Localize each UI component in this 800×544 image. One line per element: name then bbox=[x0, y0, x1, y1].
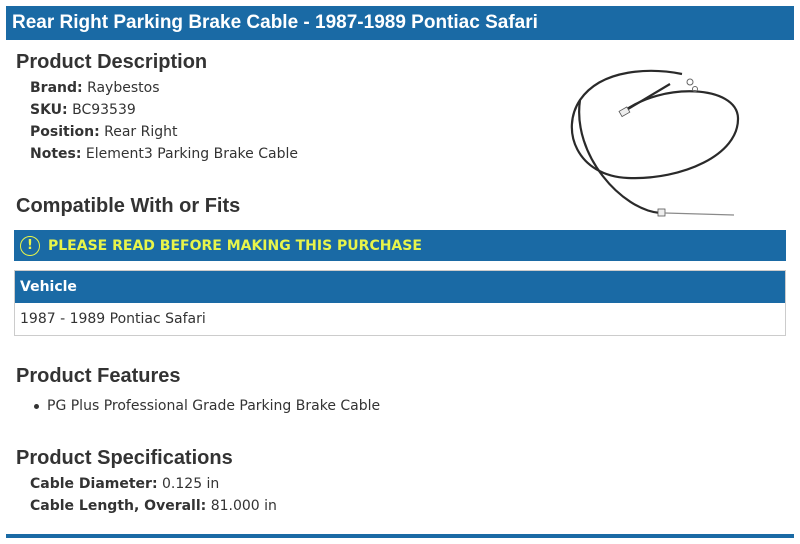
position-label: Position: bbox=[30, 124, 100, 140]
cable-diameter-row: Cable Diameter: 0.125 in bbox=[30, 476, 219, 492]
position-row: Position: Rear Right bbox=[30, 124, 178, 140]
vehicle-row: 1987 - 1989 Pontiac Safari bbox=[20, 311, 206, 327]
brand-value: Raybestos bbox=[87, 80, 160, 96]
exclamation-icon: ! bbox=[20, 235, 40, 256]
cable-diameter-label: Cable Diameter: bbox=[30, 476, 158, 492]
sku-value: BC93539 bbox=[72, 102, 136, 118]
cable-length-row: Cable Length, Overall: 81.000 in bbox=[30, 498, 277, 514]
vehicle-table: Vehicle 1987 - 1989 Pontiac Safari bbox=[14, 270, 786, 336]
sku-label: SKU: bbox=[30, 102, 68, 118]
bullet-icon bbox=[34, 403, 39, 409]
brand-row: Brand: Raybestos bbox=[30, 80, 160, 96]
brand-label: Brand: bbox=[30, 80, 83, 96]
product-features-heading: Product Features bbox=[16, 365, 181, 387]
cable-wire bbox=[664, 212, 735, 216]
notes-row: Notes: Element3 Parking Brake Cable bbox=[30, 146, 298, 162]
product-description-heading: Product Description bbox=[16, 51, 208, 73]
purchase-notice: ! PLEASE READ BEFORE MAKING THIS PURCHAS… bbox=[14, 230, 786, 261]
cable-tail bbox=[578, 99, 661, 215]
position-value: Rear Right bbox=[104, 124, 178, 140]
product-specifications-heading: Product Specifications bbox=[16, 447, 233, 469]
notes-value: Element3 Parking Brake Cable bbox=[85, 146, 298, 162]
vehicle-column-header: Vehicle bbox=[15, 271, 785, 303]
clip-part-1 bbox=[686, 78, 694, 86]
cable-length-label: Cable Length, Overall: bbox=[30, 498, 207, 514]
notes-label: Notes: bbox=[30, 146, 82, 162]
parking-brake-cable-image bbox=[570, 69, 740, 217]
bottom-divider bbox=[6, 534, 794, 538]
feature-text: PG Plus Professional Grade Parking Brake… bbox=[47, 398, 381, 414]
notice-text: PLEASE READ BEFORE MAKING THIS PURCHASE bbox=[48, 237, 422, 254]
cable-loop bbox=[570, 69, 740, 180]
cable-ferrule bbox=[657, 208, 666, 217]
cable-length-value: 81.000 in bbox=[210, 498, 277, 514]
page-title: Rear Right Parking Brake Cable - 1987-19… bbox=[6, 6, 794, 40]
cable-end bbox=[622, 83, 671, 113]
cable-diameter-value: 0.125 in bbox=[162, 476, 220, 492]
feature-list-item: PG Plus Professional Grade Parking Brake… bbox=[34, 398, 380, 414]
compatible-heading: Compatible With or Fits bbox=[16, 195, 241, 217]
sku-row: SKU: BC93539 bbox=[30, 102, 136, 118]
